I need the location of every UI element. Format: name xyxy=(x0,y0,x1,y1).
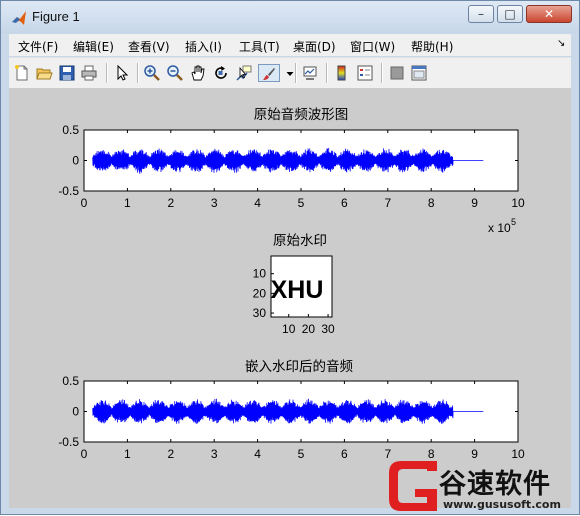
x-tick-label: 0 xyxy=(81,447,88,461)
y-tick-label: 0.5 xyxy=(62,123,79,137)
x-tick-label: 2 xyxy=(167,447,174,461)
x-tick-label: 5 xyxy=(298,196,305,210)
y-tick-label: 0 xyxy=(72,154,79,168)
x-tick-label: 10 xyxy=(511,196,525,210)
x-tick-label: 3 xyxy=(211,196,218,210)
x-tick-label: 9 xyxy=(471,447,478,461)
axes-original-watermark[interactable]: 原始水印 XHU 10 20 30 10 20 30 xyxy=(253,233,335,336)
x-axis-multiplier-exponent: 5 xyxy=(511,217,516,227)
x-axis-multiplier: x 10 xyxy=(488,221,511,235)
x-tick-label: 1 xyxy=(124,196,131,210)
y-tick-label: 0.5 xyxy=(62,374,79,388)
x-tick-label: 4 xyxy=(254,196,261,210)
axes-title: 嵌入水印后的音频 xyxy=(245,358,353,374)
y-tick-label: 10 xyxy=(253,267,267,281)
x-tick-label: 5 xyxy=(298,447,305,461)
watermark-image: XHU xyxy=(271,276,324,304)
y-tick-label: 30 xyxy=(253,306,267,320)
axes-watermarked-audio[interactable]: 嵌入水印后的音频 0 1 2 3 4 5 6 7 8 9 10 0.50-0.5 xyxy=(58,358,525,461)
x-tick-label: 10 xyxy=(282,322,296,336)
x-tick-label: 7 xyxy=(384,196,391,210)
y-tick-label: 0 xyxy=(72,405,79,419)
x-tick-label: 0 xyxy=(81,196,88,210)
watermark-brand-text: 谷速软件 xyxy=(439,469,551,500)
x-tick-label: 7 xyxy=(384,447,391,461)
watermark-url: www.gususoft.com xyxy=(443,498,561,511)
x-tick-label: 6 xyxy=(341,196,348,210)
x-tick-label: 10 xyxy=(511,447,525,461)
x-tick-label: 1 xyxy=(124,447,131,461)
x-tick-label: 4 xyxy=(254,447,261,461)
axes-original-audio[interactable]: 原始音频波形图 0 1 2 3 4 5 6 7 8 9 10 0.50-0.5 x 10 5 xyxy=(58,106,525,235)
x-tick-label: 20 xyxy=(302,322,316,336)
x-tick-label: 30 xyxy=(321,322,335,336)
x-tick-label: 9 xyxy=(471,196,478,210)
axes-title: 原始音频波形图 xyxy=(254,106,349,122)
axes-title: 原始水印 xyxy=(273,233,327,248)
figure-plots: 原始音频波形图 0 1 2 3 4 5 6 7 8 9 10 0.50-0.5 x 10 5 原始水… xyxy=(58,106,525,511)
gususoft-logo xyxy=(389,461,437,511)
y-tick-label: -0.5 xyxy=(58,184,79,198)
y-tick-label: -0.5 xyxy=(58,435,79,449)
x-tick-label: 8 xyxy=(428,196,435,210)
y-tick-label: 20 xyxy=(253,286,267,300)
x-tick-label: 2 xyxy=(167,196,174,210)
x-tick-label: 6 xyxy=(341,447,348,461)
x-tick-label: 8 xyxy=(428,447,435,461)
x-tick-label: 3 xyxy=(211,447,218,461)
figure-window: Figure 1 – □ ✕ 文件(F) 编辑(E) 查看(V) 插入(I) 工… xyxy=(0,0,580,515)
